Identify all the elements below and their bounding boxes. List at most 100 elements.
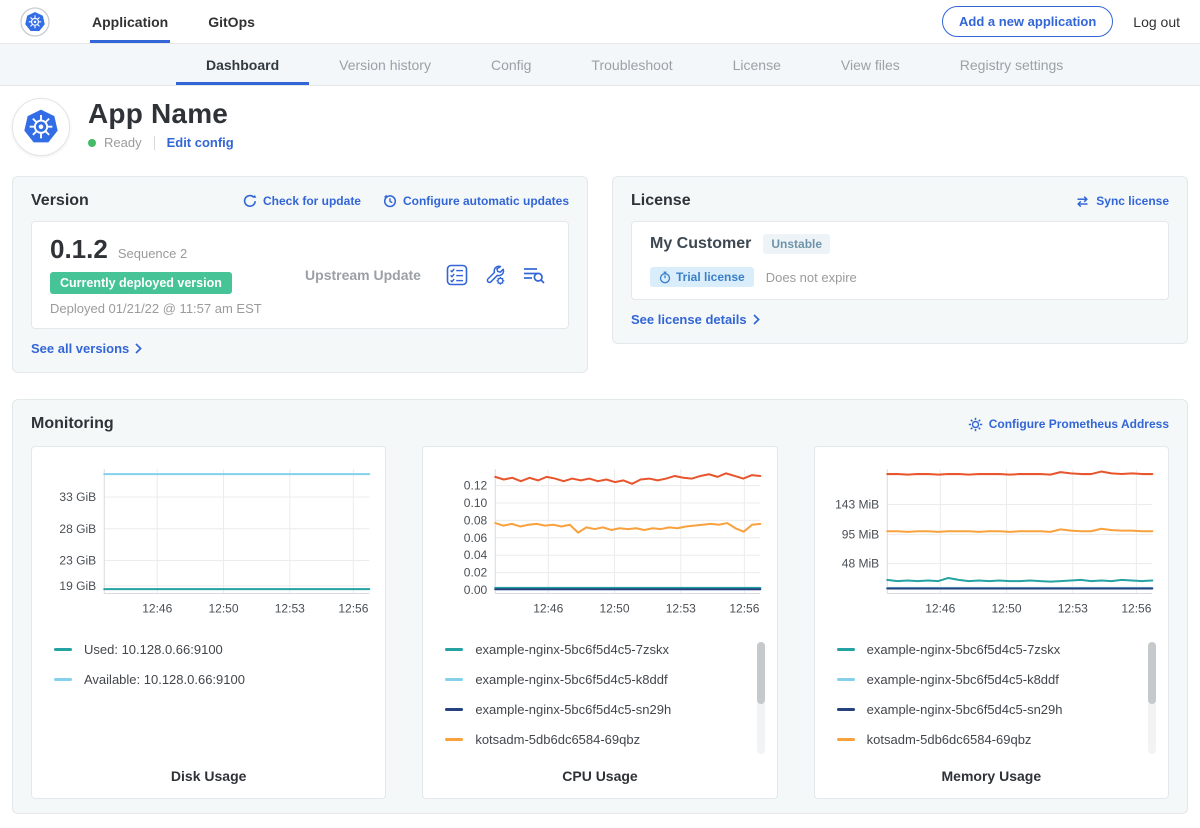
app-tab-bar: DashboardVersion historyConfigTroublesho… bbox=[0, 44, 1200, 86]
tab-version-history[interactable]: Version history bbox=[309, 44, 461, 85]
y-axis-tick-label: 33 GiB bbox=[59, 490, 96, 504]
legend-scrollbar-thumb[interactable] bbox=[1148, 642, 1156, 704]
refresh-icon bbox=[243, 194, 257, 208]
config-wrench-icon[interactable] bbox=[484, 264, 506, 286]
legend-label: example-nginx-5bc6f5d4c5-7zskx bbox=[475, 642, 669, 657]
chart-plot-disk-usage: 12:4612:5012:5312:5633 GiB28 GiB23 GiB19… bbox=[42, 459, 375, 630]
legend-item-example-nginx-5bc6f5d4c5-k8ddf: example-nginx-5bc6f5d4c5-k8ddf bbox=[445, 672, 746, 687]
series-line-example-nginx-5bc6f5d4c5-7zskx bbox=[887, 578, 1152, 582]
kubernetes-logo-icon[interactable] bbox=[20, 0, 50, 43]
legend-item-example-nginx-5bc6f5d4c5-sn29h: example-nginx-5bc6f5d4c5-sn29h bbox=[837, 702, 1138, 717]
chart-card-disk-usage: 12:4612:5012:5312:5633 GiB28 GiB23 GiB19… bbox=[31, 446, 386, 799]
y-axis-tick-label: 0.12 bbox=[464, 479, 488, 493]
legend-item-kotsadm-5db6dc6584-69qbz: kotsadm-5db6dc6584-69qbz bbox=[837, 732, 1138, 747]
legend-color-dash bbox=[445, 648, 463, 651]
legend-item-used-10-128-0-66-9100: Used: 10.128.0.66:9100 bbox=[54, 642, 355, 657]
legend-item-example-nginx-5bc6f5d4c5-7zskx: example-nginx-5bc6f5d4c5-7zskx bbox=[837, 642, 1138, 657]
main-content: Version Check for update bbox=[0, 176, 1200, 814]
y-axis-tick-label: 19 GiB bbox=[59, 579, 96, 593]
sync-icon bbox=[1075, 195, 1090, 208]
legend-color-dash bbox=[54, 678, 72, 681]
cards-row: Version Check for update bbox=[12, 176, 1188, 373]
top-nav-items: Application GitOps bbox=[90, 0, 293, 43]
see-all-versions-link[interactable]: See all versions bbox=[31, 341, 142, 356]
configure-prometheus-link[interactable]: Configure Prometheus Address bbox=[968, 417, 1169, 432]
legend-item-available-10-128-0-66-9100: Available: 10.128.0.66:9100 bbox=[54, 672, 355, 687]
legend-scrollbar[interactable] bbox=[1148, 642, 1156, 754]
chevron-right-icon bbox=[753, 314, 760, 325]
channel-badge: Unstable bbox=[763, 234, 830, 254]
chart-legend: example-nginx-5bc6f5d4c5-7zskx example-ng… bbox=[837, 642, 1158, 762]
version-sequence: Sequence 2 bbox=[118, 246, 187, 261]
app-header: App Name Ready Edit config bbox=[0, 86, 1200, 170]
deployed-timestamp: Deployed 01/21/22 @ 11:57 am EST bbox=[50, 301, 280, 316]
legend-color-dash bbox=[445, 708, 463, 711]
legend-color-dash bbox=[837, 678, 855, 681]
series-line-kotsadm-5db6dc6584-69qbz bbox=[887, 529, 1152, 532]
top-nav-item-gitops[interactable]: GitOps bbox=[206, 0, 257, 43]
app-tabs: DashboardVersion historyConfigTroublesho… bbox=[0, 44, 1093, 85]
edit-config-link[interactable]: Edit config bbox=[167, 135, 234, 150]
legend-label: example-nginx-5bc6f5d4c5-k8ddf bbox=[867, 672, 1059, 687]
top-nav-item-application[interactable]: Application bbox=[90, 0, 170, 43]
divider bbox=[154, 136, 155, 150]
legend-item-example-nginx-5bc6f5d4c5-7zskx: example-nginx-5bc6f5d4c5-7zskx bbox=[445, 642, 746, 657]
see-license-details-link[interactable]: See license details bbox=[631, 312, 760, 327]
tab-troubleshoot[interactable]: Troubleshoot bbox=[561, 44, 702, 85]
monitoring-card: Monitoring Configure Prometheus Address bbox=[12, 399, 1188, 814]
legend-label: kotsadm-5db6dc6584-69qbz bbox=[867, 732, 1032, 747]
chevron-right-icon bbox=[135, 343, 142, 354]
chart-plot-cpu-usage: 12:4612:5012:5312:560.120.100.080.060.04… bbox=[433, 459, 766, 630]
x-axis-tick-label: 12:56 bbox=[338, 602, 368, 616]
view-deploy-logs-icon[interactable] bbox=[522, 264, 546, 286]
x-axis-tick-label: 12:50 bbox=[991, 602, 1021, 616]
chart-legend: example-nginx-5bc6f5d4c5-7zskx example-ng… bbox=[445, 642, 766, 762]
y-axis-tick-label: 143 MiB bbox=[835, 498, 879, 512]
license-card-title: License bbox=[631, 192, 691, 210]
status-dot bbox=[88, 139, 96, 147]
license-type-badge: Trial license bbox=[650, 267, 754, 287]
x-axis-tick-label: 12:53 bbox=[666, 602, 696, 616]
clock-refresh-icon bbox=[383, 194, 397, 208]
tab-license[interactable]: License bbox=[703, 44, 811, 85]
series-line-series bbox=[887, 472, 1152, 475]
legend-label: Available: 10.128.0.66:9100 bbox=[84, 672, 245, 687]
top-nav: Application GitOps Add a new application … bbox=[0, 0, 1200, 44]
logout-link[interactable]: Log out bbox=[1133, 14, 1180, 30]
license-panel: My Customer Unstable Trial license bbox=[631, 221, 1169, 300]
legend-label: example-nginx-5bc6f5d4c5-k8ddf bbox=[475, 672, 667, 687]
gear-icon bbox=[968, 417, 983, 432]
y-axis-tick-label: 23 GiB bbox=[59, 554, 96, 568]
legend-color-dash bbox=[54, 648, 72, 651]
y-axis-tick-label: 28 GiB bbox=[59, 522, 96, 536]
chart-title: Memory Usage bbox=[825, 762, 1158, 786]
version-source: Upstream Update bbox=[280, 267, 446, 283]
chart-card-memory-usage: 12:4612:5012:5312:56143 MiB95 MiB48 MiBe… bbox=[814, 446, 1169, 799]
legend-color-dash bbox=[837, 648, 855, 651]
license-card: License Sync license My Customer bbox=[612, 176, 1188, 344]
tab-view-files[interactable]: View files bbox=[811, 44, 930, 85]
y-axis-tick-label: 0.02 bbox=[464, 566, 488, 580]
check-for-update-link[interactable]: Check for update bbox=[243, 194, 361, 208]
tab-registry-settings[interactable]: Registry settings bbox=[930, 44, 1093, 85]
tab-dashboard[interactable]: Dashboard bbox=[176, 44, 309, 85]
add-application-button[interactable]: Add a new application bbox=[942, 6, 1113, 37]
configure-automatic-updates-link[interactable]: Configure automatic updates bbox=[383, 194, 569, 208]
legend-scrollbar[interactable] bbox=[757, 642, 765, 754]
top-nav-right: Add a new application Log out bbox=[942, 0, 1180, 43]
tab-config[interactable]: Config bbox=[461, 44, 561, 85]
app-status-row: Ready Edit config bbox=[88, 135, 234, 150]
legend-color-dash bbox=[837, 738, 855, 741]
chart-title: Disk Usage bbox=[42, 762, 375, 786]
y-axis-tick-label: 95 MiB bbox=[841, 527, 878, 541]
y-axis-tick-label: 0.10 bbox=[464, 496, 488, 510]
legend-color-dash bbox=[445, 738, 463, 741]
x-axis-tick-label: 12:50 bbox=[600, 602, 630, 616]
x-axis-tick-label: 12:46 bbox=[142, 602, 172, 616]
preflight-checks-icon[interactable] bbox=[446, 264, 468, 286]
y-axis-tick-label: 0.08 bbox=[464, 513, 488, 527]
stopwatch-icon bbox=[659, 271, 671, 284]
legend-item-kotsadm-5db6dc6584-69qbz: kotsadm-5db6dc6584-69qbz bbox=[445, 732, 746, 747]
sync-license-link[interactable]: Sync license bbox=[1075, 194, 1169, 208]
legend-scrollbar-thumb[interactable] bbox=[757, 642, 765, 704]
